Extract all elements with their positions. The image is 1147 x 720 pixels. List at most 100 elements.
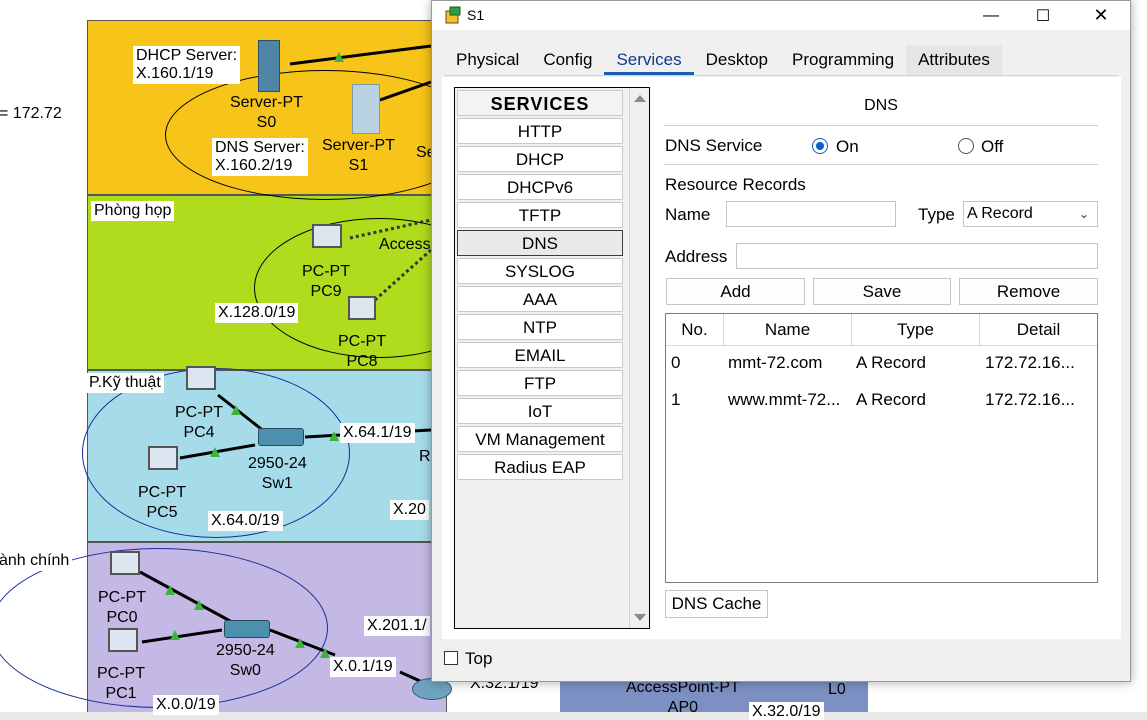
row-detail: 172.72.16... [985,390,1075,409]
service-dhcp[interactable]: DHCP [457,146,623,172]
tab-physical[interactable]: Physical [444,45,531,75]
save-button[interactable]: Save [813,278,951,305]
name-label: Name [665,205,711,224]
service-syslog[interactable]: SYSLOG [457,258,623,284]
column-header-name[interactable]: Name [724,314,852,346]
services-list[interactable]: SERVICES HTTP DHCP DHCPv6 TFTP DNS SYSLO… [454,87,650,629]
subnet-0-1-label: X.0.1/19 [330,657,396,677]
pc8-icon[interactable] [348,296,376,320]
type-select-value: A Record [967,205,1033,222]
top-checkbox-label[interactable]: Top [465,649,492,669]
tab-programming[interactable]: Programming [780,45,906,75]
tab-desktop[interactable]: Desktop [694,45,780,75]
service-email[interactable]: EMAIL [457,342,623,368]
sw1-icon[interactable] [258,428,304,446]
dns-off-radio[interactable] [958,138,974,154]
services-scrollbar[interactable] [629,88,649,628]
accesspoint-label: AccessPoint-PT AP0 [626,679,740,716]
service-aaa[interactable]: AAA [457,286,623,312]
router-partial-label: R [419,448,431,465]
subnet-64-0-label: X.64.0/19 [208,511,283,531]
row-type: A Record [856,353,926,372]
subnet-0-0-label: X.0.0/19 [153,695,219,715]
chevron-down-icon: ⌄ [1078,207,1089,221]
subnet-20-partial-label: X.20 [390,500,429,520]
tab-bar: Physical Config Services Desktop Program… [444,45,1002,75]
pc8-label: PC-PT PC8 [338,333,386,370]
window-title: S1 [467,7,485,23]
meeting-room-label: Phòng họp [91,201,175,221]
services-panel: SERVICES HTTP DHCP DHCPv6 TFTP DNS SYSLO… [442,77,1121,639]
packet-tracer-app-icon [445,6,461,24]
sw0-icon[interactable] [224,620,270,638]
service-iot[interactable]: IoT [457,398,623,424]
pc0-label: PC-PT PC0 [98,589,146,626]
address-label: Address [665,247,728,266]
pc9-icon[interactable] [312,224,342,248]
tech-room-label: P.Kỹ thuật [86,373,164,393]
subnet-201-partial-label: X.201.1/ [364,616,430,636]
dns-cache-button[interactable]: DNS Cache [665,590,768,618]
tab-services[interactable]: Services [604,45,694,75]
scroll-up-icon[interactable] [634,95,646,102]
service-dhcpv6[interactable]: DHCPv6 [457,174,623,200]
column-header-type[interactable]: Type [852,314,980,346]
pc4-icon[interactable] [186,366,216,390]
top-checkbox[interactable] [444,651,458,665]
row-name: www.mmt-72... [728,390,841,409]
close-button[interactable]: ✕ [1078,1,1124,30]
row-name: mmt-72.com [728,353,823,372]
server-s0-label: Server-PT S0 [230,94,303,131]
service-tftp[interactable]: TFTP [457,202,623,228]
name-input[interactable] [726,201,896,227]
pc5-icon[interactable] [148,446,178,470]
service-vm-management[interactable]: VM Management [457,426,623,452]
server-s1-icon[interactable] [352,84,380,134]
column-header-no[interactable]: No. [666,314,724,346]
services-header: SERVICES [457,90,623,116]
row-type: A Record [856,390,926,409]
scroll-down-icon[interactable] [634,614,646,621]
service-ftp[interactable]: FTP [457,370,623,396]
type-label: Type [918,205,955,224]
pc4-label: PC-PT PC4 [175,404,223,441]
service-http[interactable]: HTTP [457,118,623,144]
remove-button[interactable]: Remove [959,278,1098,305]
server-s0-icon[interactable] [258,40,280,92]
pc1-label: PC-PT PC1 [97,665,145,702]
column-header-detail[interactable]: Detail [980,314,1097,346]
access-partial-label: Access [379,236,431,253]
type-select[interactable]: A Record ⌄ [963,201,1098,227]
resource-records-label: Resource Records [665,175,806,194]
tab-attributes[interactable]: Attributes [906,45,1002,75]
divider [664,125,1098,126]
server-s1-label: Server-PT S1 [322,137,395,174]
dns-records-table[interactable]: No. Name Type Detail 0 mmt-72.com A Reco… [665,313,1098,583]
dhcp-server-label: DHCP Server: X.160.1/19 [133,46,241,84]
row-no: 0 [671,353,681,372]
dns-section-title: DNS [864,97,898,114]
pc5-label: PC-PT PC5 [138,484,186,521]
add-button[interactable]: Add [666,278,805,305]
device-config-window: S1 — ☐ ✕ Physical Config Services Deskto… [431,0,1131,682]
service-radius-eap[interactable]: Radius EAP [457,454,623,480]
sw0-label: 2950-24 Sw0 [216,642,275,679]
service-dns[interactable]: DNS [457,230,623,256]
window-titlebar[interactable]: S1 — ☐ ✕ [432,1,1130,30]
minimize-button[interactable]: — [968,1,1014,30]
sw1-label: 2950-24 Sw1 [248,455,307,492]
pc1-icon[interactable] [108,628,138,652]
row-detail: 172.72.16... [985,353,1075,372]
maximize-button[interactable]: ☐ [1020,1,1066,30]
dns-on-label[interactable]: On [836,137,859,157]
subnet-32-0-label: X.32.0/19 [749,702,824,720]
dns-on-radio[interactable] [812,138,828,154]
dns-off-label[interactable]: Off [981,137,1003,157]
row-no: 1 [671,390,681,409]
pc0-icon[interactable] [110,551,140,575]
address-input[interactable] [736,243,1098,269]
tab-config[interactable]: Config [531,45,604,75]
dns-service-label: DNS Service [665,136,763,155]
l0-label: L0 [828,681,846,698]
service-ntp[interactable]: NTP [457,314,623,340]
